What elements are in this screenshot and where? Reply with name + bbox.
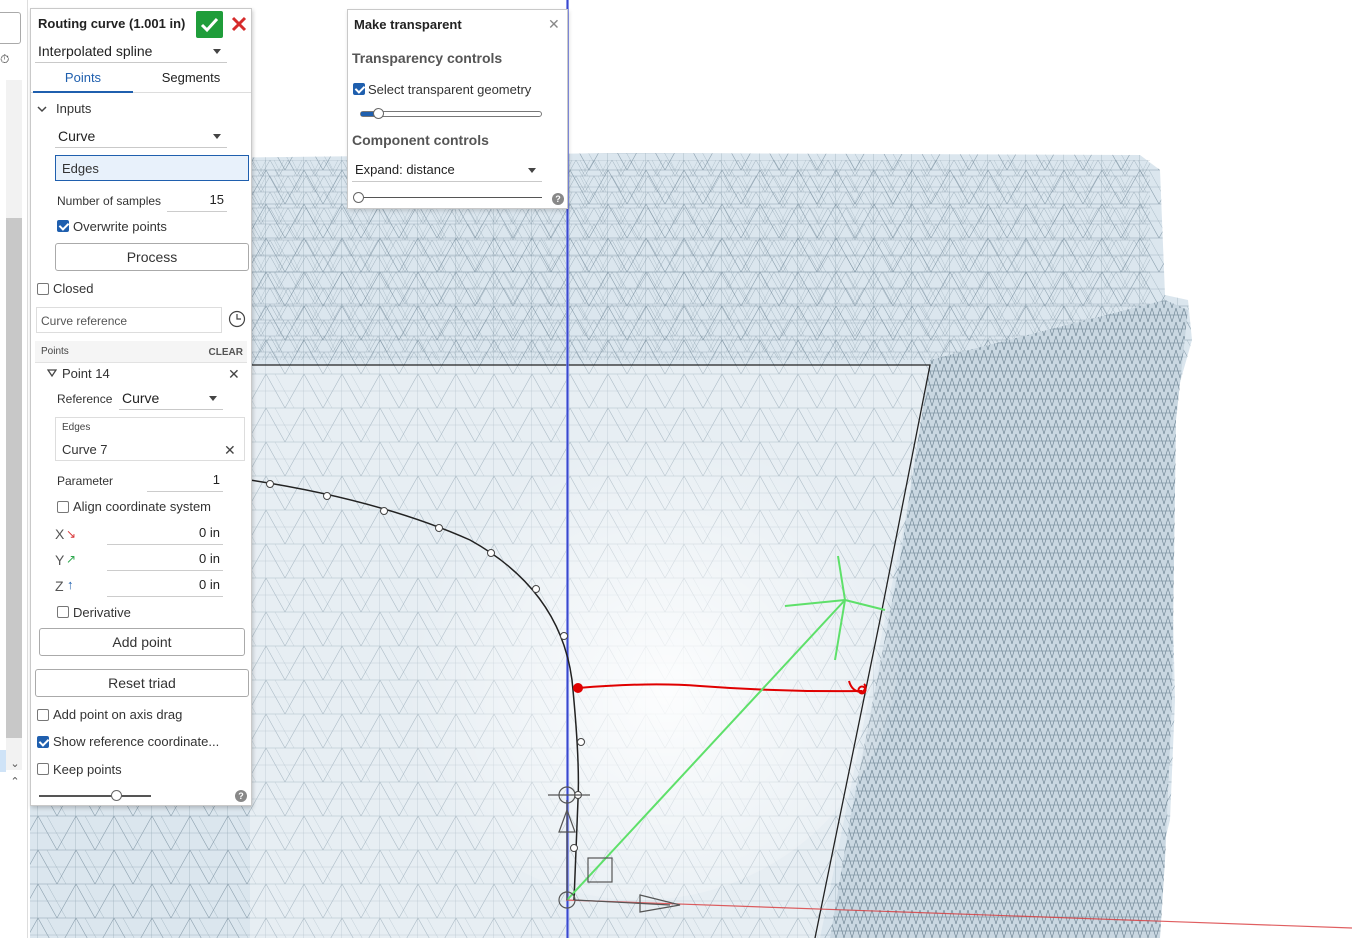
feature-search-input[interactable] <box>0 12 21 44</box>
parameter-label: Parameter <box>57 474 114 488</box>
edges-field-label: Edges <box>62 161 99 176</box>
closed-label: Closed <box>53 281 94 296</box>
expand-slider-knob[interactable] <box>353 192 364 203</box>
make-transparent-dialog: Make transparent ✕ Transparency controls… <box>347 9 568 209</box>
add-point-on-axis-drag-label: Add point on axis drag <box>53 707 183 722</box>
points-list-header: Points CLEAR <box>35 341 247 363</box>
keep-points-label: Keep points <box>53 762 122 777</box>
point-edges-value: Curve 7 <box>62 442 108 457</box>
y-arrow-icon: ↗ <box>66 552 77 566</box>
scrollbar-thumb[interactable] <box>6 218 22 738</box>
routing-curve-dialog: Routing curve (1.001 in) Interpolated sp… <box>30 8 252 806</box>
close-icon[interactable]: ✕ <box>228 367 240 381</box>
reference-select[interactable]: Curve <box>119 388 223 410</box>
help-icon[interactable]: ? <box>552 193 564 205</box>
curve-type-value: Interpolated spline <box>38 43 153 59</box>
transparency-controls-header: Transparency controls <box>352 50 503 66</box>
z-axis-label: Z <box>55 578 64 594</box>
transparency-slider-knob[interactable] <box>373 108 384 119</box>
curve-type-select[interactable]: Interpolated spline <box>35 39 227 63</box>
help-icon[interactable]: ? <box>235 790 247 802</box>
reference-label: Reference <box>57 392 113 406</box>
check-icon <box>200 17 219 33</box>
process-button[interactable]: Process <box>55 243 249 271</box>
accept-button[interactable] <box>196 11 223 38</box>
expand-mode-value: Expand: distance <box>355 162 455 177</box>
z-offset-input[interactable]: 0 in <box>107 577 223 597</box>
select-transparent-checkbox[interactable] <box>353 83 365 95</box>
derivative-label: Derivative <box>73 605 131 620</box>
curve-reference-placeholder: Curve reference <box>41 314 128 328</box>
z-arrow-icon: ↑ <box>67 577 74 592</box>
select-transparent-label: Select transparent geometry <box>368 82 532 97</box>
curve-reference-field[interactable]: Curve reference <box>36 307 222 333</box>
input-type-value: Curve <box>58 128 96 144</box>
point-edges-field[interactable]: Edges Curve 7 ✕ <box>55 417 245 461</box>
parameter-input[interactable]: 1 <box>147 472 223 492</box>
reset-triad-button[interactable]: Reset triad <box>35 669 249 697</box>
overwrite-points-checkbox[interactable] <box>57 220 69 232</box>
selected-feature-marker <box>0 750 6 772</box>
num-samples-label: Number of samples <box>57 194 162 208</box>
clear-points-button[interactable]: CLEAR <box>209 347 243 358</box>
reference-value: Curve <box>122 390 160 406</box>
dialog-title: Routing curve (1.001 in) <box>38 16 186 31</box>
overwrite-points-label: Overwrite points <box>73 219 167 234</box>
chevron-down-icon[interactable] <box>47 368 57 378</box>
show-reference-checkbox[interactable] <box>37 736 49 748</box>
chevron-down-icon <box>528 168 536 173</box>
inputs-label[interactable]: Inputs <box>56 101 91 116</box>
keep-points-checkbox[interactable] <box>37 763 49 775</box>
curve-reference-icon[interactable] <box>228 310 246 328</box>
left-panel-strip: ⏱ ⌄ ⌃ <box>0 0 28 938</box>
align-coordinate-checkbox[interactable] <box>57 501 69 513</box>
tab-segments[interactable]: Segments <box>141 67 241 93</box>
show-reference-label: Show reference coordinate... <box>53 734 220 749</box>
make-transparent-title: Make transparent <box>354 17 462 32</box>
chevron-down-icon[interactable]: ⌄ <box>8 758 22 770</box>
derivative-checkbox[interactable] <box>57 606 69 618</box>
chevron-up-icon[interactable]: ⌃ <box>8 776 22 788</box>
expand-mode-select[interactable]: Expand: distance <box>352 158 542 182</box>
points-header-label: Points <box>41 346 69 357</box>
point-edges-label: Edges <box>62 422 91 433</box>
y-axis-label: Y <box>55 552 65 568</box>
dialog-header: Routing curve (1.001 in) <box>31 9 251 39</box>
expand-slider-track[interactable] <box>356 197 542 198</box>
add-point-on-axis-drag-checkbox[interactable] <box>37 709 49 721</box>
y-offset-input[interactable]: 0 in <box>107 551 223 571</box>
chevron-down-icon <box>213 134 221 139</box>
input-type-select[interactable]: Curve <box>55 124 227 148</box>
x-arrow-icon: ↘ <box>66 527 77 541</box>
x-offset-input[interactable]: 0 in <box>107 525 223 545</box>
component-controls-header: Component controls <box>352 132 489 148</box>
tab-points[interactable]: Points <box>33 67 133 93</box>
chevron-down-icon <box>213 49 221 54</box>
align-coordinate-label: Align coordinate system <box>73 499 212 514</box>
add-point-button[interactable]: Add point <box>39 628 245 656</box>
clock-icon[interactable]: ⏱ <box>0 52 9 66</box>
chevron-down-icon <box>209 396 217 401</box>
point-item-label[interactable]: Point 14 <box>62 366 110 381</box>
edges-selection-field[interactable]: Edges <box>55 155 249 181</box>
transparency-slider-track[interactable] <box>360 111 542 117</box>
close-icon[interactable]: ✕ <box>224 443 236 457</box>
closed-checkbox[interactable] <box>37 283 49 295</box>
x-axis-label: X <box>55 526 65 542</box>
size-slider-knob[interactable] <box>111 790 122 801</box>
close-icon <box>231 16 247 32</box>
cancel-button[interactable] <box>228 13 250 35</box>
size-slider-track[interactable] <box>39 795 151 797</box>
close-icon[interactable]: ✕ <box>548 17 560 31</box>
tab-bar: Points Segments <box>31 67 251 93</box>
num-samples-input[interactable]: 15 <box>167 192 227 212</box>
chevron-down-icon[interactable] <box>37 104 47 114</box>
